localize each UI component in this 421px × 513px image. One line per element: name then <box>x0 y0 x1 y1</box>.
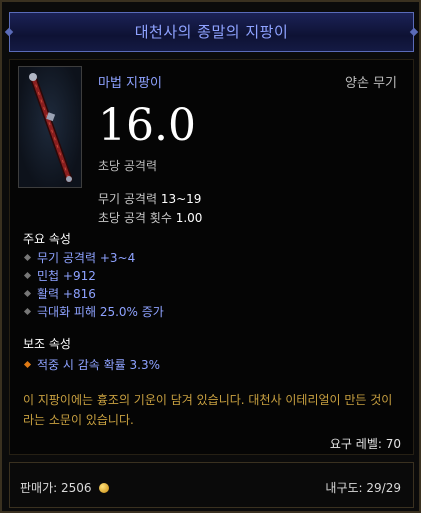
bullet-icon <box>23 360 32 369</box>
item-name: 대천사의 종말의 지팡이 <box>134 23 289 41</box>
sell-price-label: 판매가: <box>20 481 58 495</box>
bullet-icon <box>23 253 32 262</box>
tooltip-footer: 판매가: 2506 내구도: 29/29 <box>9 462 414 508</box>
durability-label: 내구도: <box>325 481 363 495</box>
stat-label: 무기 공격력 <box>98 192 158 206</box>
primary-affix: 무기 공격력 +3~4 <box>23 249 135 266</box>
durability-value: 29/29 <box>366 481 401 495</box>
primary-affix: 극대화 피해 25.0% 증가 <box>23 303 164 320</box>
item-title-bar: 대천사의 종말의 지팡이 <box>4 12 419 52</box>
flavor-text: 이 지팡이에는 흉조의 기운이 담겨 있습니다. 대천사 이테리얼이 만든 것이… <box>23 393 393 427</box>
item-icon-frame <box>18 66 82 188</box>
title-left-ornament <box>4 27 14 37</box>
primary-affix: 민첩 +912 <box>23 267 96 284</box>
gold-coin-icon <box>99 483 110 493</box>
stat-label: 초당 공격 횟수 <box>98 211 172 225</box>
item-tooltip: 대천사의 종말의 지팡이 마법 지팡이 양손 무기 16.0 초당 공격력 무기… <box>0 0 421 513</box>
bullet-icon <box>23 271 32 280</box>
item-type: 마법 지팡이 <box>98 76 162 91</box>
secondary-affix: 적중 시 감속 확률 3.3% <box>23 356 160 373</box>
durability: 내구도: 29/29 <box>325 479 401 496</box>
primary-attributes-heading: 주요 속성 <box>23 232 71 246</box>
sell-price: 판매가: 2506 <box>20 479 110 496</box>
sell-price-value: 2506 <box>61 481 92 495</box>
title-right-ornament <box>409 27 419 37</box>
required-level: 요구 레벨: 70 <box>329 437 401 451</box>
stat-weapon-damage: 무기 공격력 13~19 <box>98 190 201 207</box>
stat-attack-speed: 초당 공격 횟수 1.00 <box>98 209 202 226</box>
bullet-icon <box>23 289 32 298</box>
secondary-attributes-heading: 보조 속성 <box>23 337 71 351</box>
stat-value: 13~19 <box>160 192 202 206</box>
primary-affix: 활력 +816 <box>23 285 96 302</box>
item-slot: 양손 무기 <box>345 76 397 91</box>
item-dps-value: 16.0 <box>98 100 196 151</box>
stat-value: 1.00 <box>175 211 203 225</box>
staff-icon <box>29 73 73 183</box>
item-dps-label: 초당 공격력 <box>98 159 158 173</box>
bullet-icon <box>23 307 32 316</box>
